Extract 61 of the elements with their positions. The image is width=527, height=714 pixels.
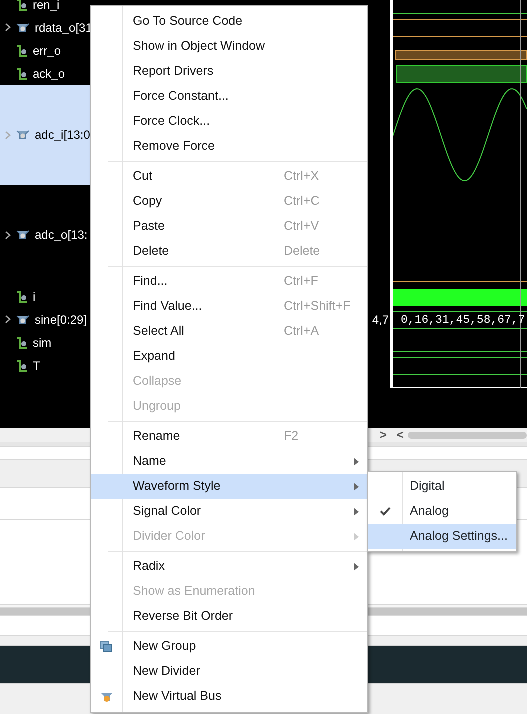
signal-name[interactable]: rdata_o[31 xyxy=(35,18,92,36)
bus-signal-icon xyxy=(16,314,30,326)
menu-item[interactable]: Select All Ctrl+A xyxy=(91,319,367,344)
signal-name[interactable]: err_o xyxy=(33,42,62,60)
menu-item[interactable]: Force Clock... xyxy=(91,109,367,134)
expand-chevron-icon[interactable] xyxy=(5,23,11,32)
menu-item[interactable]: Copy Ctrl+C xyxy=(91,189,367,214)
menu-item[interactable]: New Virtual Bus xyxy=(91,684,367,709)
signal-name[interactable]: ack_o xyxy=(33,64,66,82)
menu-item[interactable]: Digital xyxy=(368,474,516,499)
expand-chevron-icon[interactable] xyxy=(5,230,11,240)
submenu-arrow-icon xyxy=(354,532,359,540)
signal-name[interactable]: i xyxy=(33,288,36,306)
signal-name[interactable]: adc_i[13:0 xyxy=(35,126,90,144)
menu-item[interactable]: Analog Settings... xyxy=(368,524,516,549)
bus-icon xyxy=(100,690,114,702)
menu-item[interactable]: Paste Ctrl+V xyxy=(91,214,367,239)
menu-item[interactable]: Find Value... Ctrl+Shift+F xyxy=(91,294,367,319)
signal-name[interactable]: T xyxy=(33,356,40,374)
submenu-arrow-icon xyxy=(354,562,359,570)
menu-item[interactable]: Analog xyxy=(368,499,516,524)
menu-item[interactable]: Waveform Style xyxy=(91,474,367,499)
signal-name[interactable]: ren_i xyxy=(33,0,60,14)
signal-value: 4,7 xyxy=(372,312,389,328)
menu-item[interactable]: Remove Force xyxy=(91,134,367,159)
menu-item[interactable]: New Group xyxy=(91,634,367,659)
bit-signal-icon xyxy=(16,44,28,56)
submenu-arrow-icon xyxy=(354,458,359,466)
expand-chevron-icon[interactable] xyxy=(5,315,11,324)
bit-signal-icon xyxy=(16,360,28,372)
menu-item[interactable]: Find... Ctrl+F xyxy=(91,269,367,294)
menu-item[interactable]: New Divider xyxy=(91,659,367,684)
menu-item[interactable]: Radix xyxy=(91,554,367,579)
menu-item[interactable]: Show in Object Window xyxy=(91,34,367,59)
bus-signal-icon xyxy=(16,229,30,241)
scroll-right-button[interactable]: > xyxy=(380,426,388,444)
bus-signal-icon xyxy=(16,22,30,34)
menu-item[interactable]: Name xyxy=(91,449,367,474)
scrollbar-thumb[interactable] xyxy=(408,432,527,438)
bit-signal-icon xyxy=(16,68,28,80)
signal-name[interactable]: sine[0:29] xyxy=(35,310,88,328)
menu-item[interactable]: Reverse Bit Order xyxy=(91,604,367,629)
menu-item[interactable]: Force Constant... xyxy=(91,84,367,109)
bit-signal-icon xyxy=(16,336,28,348)
signal-name[interactable]: adc_o[13: xyxy=(35,226,88,244)
check-icon xyxy=(380,507,391,516)
signal-name[interactable]: sim xyxy=(33,334,52,352)
menu-item[interactable]: Expand xyxy=(91,344,367,369)
menu-item[interactable]: Cut Ctrl+X xyxy=(91,164,367,189)
menu-item[interactable]: Go To Source Code xyxy=(91,9,367,34)
group-icon xyxy=(100,640,114,652)
bus-signal-icon xyxy=(16,129,30,141)
submenu-arrow-icon xyxy=(354,508,359,516)
menu-item[interactable]: Rename F2 xyxy=(91,424,367,449)
menu-item[interactable]: Delete Delete xyxy=(91,239,367,264)
menu-item[interactable]: Signal Color xyxy=(91,499,367,524)
bit-signal-icon xyxy=(16,290,28,302)
scroll-left-button[interactable]: < xyxy=(397,426,404,444)
menu-item[interactable]: Report Drivers xyxy=(91,59,367,84)
bit-signal-icon xyxy=(16,0,28,10)
submenu-arrow-icon xyxy=(354,482,359,490)
